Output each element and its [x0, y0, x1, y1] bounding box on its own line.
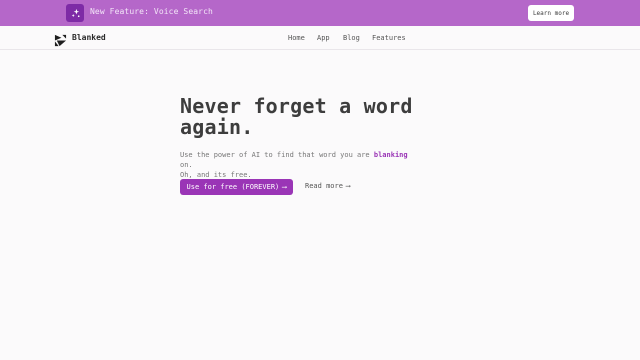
hero-subtitle: Use the power of AI to find that word yo…: [180, 150, 420, 180]
hero-section: Never forget a word again. Use the power…: [180, 96, 440, 180]
banner-text: New Feature: Voice Search: [90, 7, 213, 16]
read-more-link[interactable]: Read more ⟶: [305, 182, 350, 190]
brand-name[interactable]: Blanked: [72, 33, 106, 42]
subtitle-part-2: on.: [180, 161, 193, 169]
use-for-free-button[interactable]: Use for free (FOREVER) ⟶: [180, 179, 293, 195]
subtitle-part-1: Use the power of AI to find that word yo…: [180, 151, 374, 159]
nav-link-app[interactable]: App: [317, 34, 330, 42]
nav-link-home[interactable]: Home: [288, 34, 305, 42]
nav-link-blog[interactable]: Blog: [343, 34, 360, 42]
blanked-logo-icon[interactable]: [54, 32, 67, 47]
sparkle-icon: [66, 4, 84, 22]
nav-link-features[interactable]: Features: [372, 34, 406, 42]
subtitle-highlight: blanking: [373, 151, 408, 159]
arrow-right-icon: ⟶: [345, 182, 351, 190]
arrow-right-icon: ⟶: [282, 183, 287, 191]
learn-more-button[interactable]: Learn more: [528, 5, 574, 21]
headline-line-2: again.: [180, 115, 254, 139]
hero-headline: Never forget a word again.: [180, 96, 440, 138]
use-for-free-label: Use for free (FOREVER): [186, 183, 280, 191]
announcement-banner: New Feature: Voice Search Learn more: [0, 0, 640, 26]
subtitle-line-2: Oh, and its free.: [180, 171, 252, 179]
read-more-label: Read more: [305, 182, 343, 190]
top-nav: Blanked Home App Blog Features: [0, 26, 640, 50]
